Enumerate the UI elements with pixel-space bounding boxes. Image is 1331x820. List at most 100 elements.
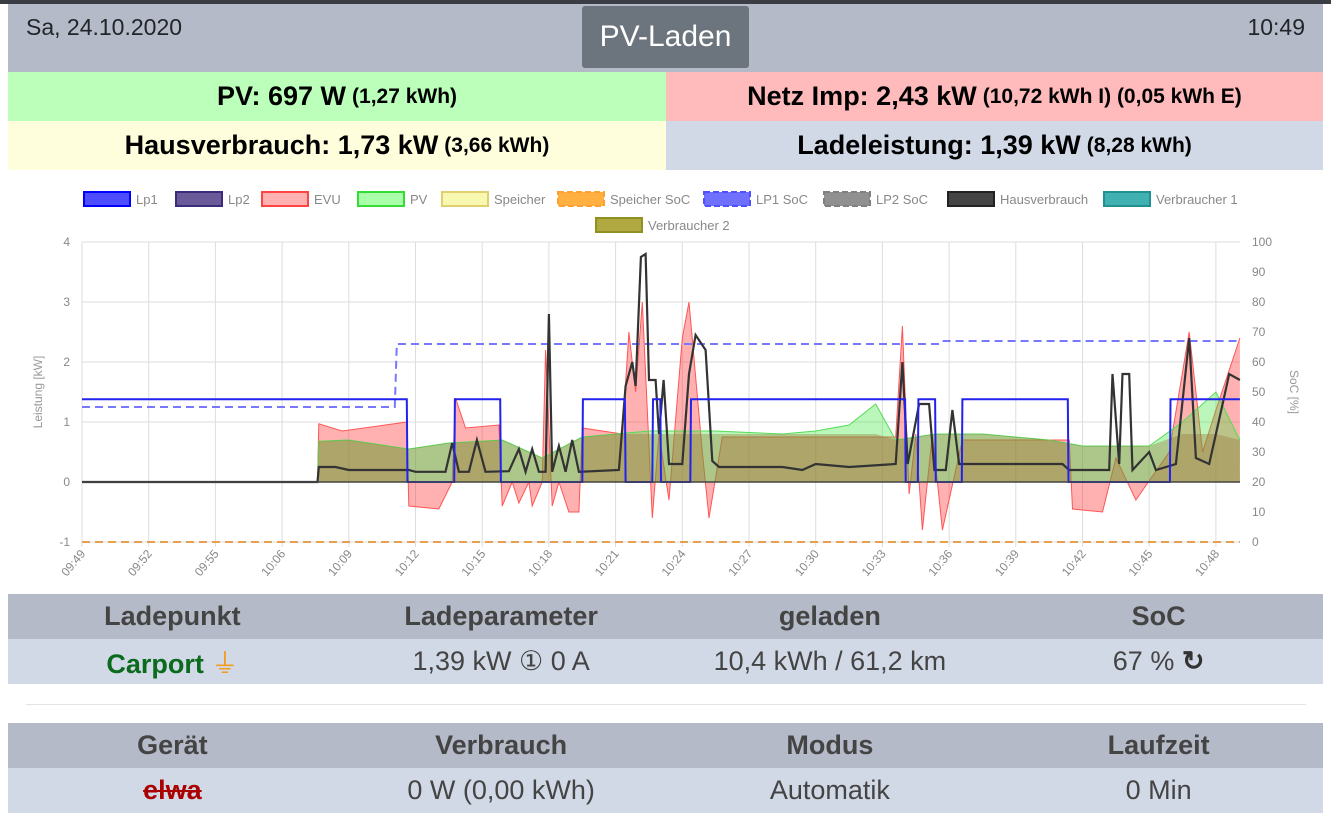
device-mode[interactable]: Automatik xyxy=(666,775,995,806)
x-tick-label: 10:36 xyxy=(925,547,955,579)
legend-label: Speicher xyxy=(494,192,546,207)
soc-cell: 67 % ↻ xyxy=(994,646,1323,677)
house-summary: Hausverbrauch: 1,73 kW (3,66 kWh) xyxy=(8,121,666,170)
legend-swatch xyxy=(823,191,871,207)
y-tick-label: 1 xyxy=(63,415,70,429)
date-display: Sa, 24.10.2020 xyxy=(26,14,183,40)
col-header: Verbrauch xyxy=(435,730,568,760)
chargepoint-name-cell[interactable]: Carport ⏚ xyxy=(8,642,337,681)
legend-swatch xyxy=(441,191,489,207)
table-row: Carport ⏚ 1,39 kW ① 0 A 10,4 kWh / 61,2 … xyxy=(8,639,1323,684)
y2-tick-label: 50 xyxy=(1252,385,1266,399)
y-tick-label: 4 xyxy=(63,235,70,249)
y-axis-label: Leistung [kW] xyxy=(31,356,45,429)
x-tick-label: 09:52 xyxy=(125,547,155,579)
table-row: elwa 0 W (0,00 kWh) Automatik 0 Min xyxy=(8,768,1323,813)
col-header: Modus xyxy=(786,730,874,760)
legend-swatch xyxy=(83,191,131,207)
divider xyxy=(26,704,1306,705)
charge-power: Ladeleistung: 1,39 kW xyxy=(797,130,1081,160)
legend-swatch xyxy=(595,217,643,233)
y-tick-label: -1 xyxy=(59,535,70,549)
grid-energy: (10,72 kWh I) (0,05 kWh E) xyxy=(982,84,1242,108)
power-chart: Lp1 Lp2 EVU PV Speicher Speicher SoC LP1 SoC LP… xyxy=(31,191,1301,579)
col-header: Ladeparameter xyxy=(404,601,598,631)
legend-swatch xyxy=(703,191,751,207)
charged-amount: 10,4 kWh / 61,2 km xyxy=(713,646,947,676)
legend-label: LP1 SoC xyxy=(756,192,808,207)
charge-mode-button[interactable]: PV-Laden xyxy=(582,6,749,68)
legend-label: Lp1 xyxy=(136,192,158,207)
y-tick-label: 2 xyxy=(63,355,70,369)
legend-swatch xyxy=(557,191,605,207)
legend-swatch xyxy=(357,191,405,207)
y2-tick-label: 30 xyxy=(1252,445,1266,459)
y-tick-label: 3 xyxy=(63,295,70,309)
chargepoint-name[interactable]: Carport xyxy=(106,649,204,679)
legend-label: Hausverbrauch xyxy=(1000,192,1088,207)
legend-swatch xyxy=(175,191,223,207)
pv-energy: (1,27 kWh) xyxy=(352,84,458,108)
x-tick-label: 10:33 xyxy=(859,547,889,579)
charge-summary: Ladeleistung: 1,39 kW (8,28 kWh) xyxy=(666,121,1323,170)
y2-tick-label: 0 xyxy=(1252,535,1259,549)
legend-label: Verbraucher 2 xyxy=(648,218,730,233)
col-header: Gerät xyxy=(137,730,208,760)
col-header: Laufzeit xyxy=(1107,730,1210,760)
grid-power: Netz Imp: 2,43 kW xyxy=(747,81,977,111)
pv-power: PV: 697 W xyxy=(216,81,347,111)
chargepoint-table: Ladepunkt Ladeparameter geladen SoC Carp… xyxy=(8,594,1323,684)
legend-label: EVU xyxy=(314,192,341,207)
house-energy: (3,66 kWh) xyxy=(444,133,550,157)
x-tick-label: 10:21 xyxy=(592,547,622,579)
x-tick-label: 10:48 xyxy=(1192,547,1222,579)
time-display: 10:49 xyxy=(1247,14,1305,40)
legend-label: Lp2 xyxy=(228,192,250,207)
x-tick-label: 10:39 xyxy=(992,547,1022,579)
x-tick-label: 10:18 xyxy=(525,547,555,579)
y2-tick-label: 100 xyxy=(1252,235,1272,249)
charge-energy: (8,28 kWh) xyxy=(1086,133,1192,157)
legend-label: LP2 SoC xyxy=(876,192,928,207)
y-tick-label: 0 xyxy=(63,475,70,489)
x-tick-label: 10:24 xyxy=(659,547,689,579)
legend-swatch xyxy=(947,191,995,207)
x-tick-label: 09:55 xyxy=(192,547,222,579)
x-tick-label: 10:45 xyxy=(1125,547,1155,579)
lp1-soc-line xyxy=(82,340,1240,408)
pv-summary: PV: 697 W (1,27 kWh) xyxy=(8,72,666,121)
y2-tick-label: 90 xyxy=(1252,265,1266,279)
legend-label: PV xyxy=(410,192,428,207)
table-header: Ladepunkt Ladeparameter geladen SoC xyxy=(8,594,1323,639)
x-tick-label: 10:30 xyxy=(792,547,822,579)
soc-value: 67 % xyxy=(1112,646,1175,676)
y2-tick-label: 20 xyxy=(1252,475,1266,489)
x-tick-label: 10:09 xyxy=(325,547,355,579)
x-tick-label: 10:15 xyxy=(458,547,488,579)
house-power: Hausverbrauch: 1,73 kW xyxy=(124,130,439,160)
col-header: Ladepunkt xyxy=(104,601,241,631)
x-tick-label: 09:49 xyxy=(58,547,88,579)
device-runtime: 0 Min xyxy=(1125,775,1192,805)
charge-params[interactable]: 1,39 kW ① 0 A xyxy=(337,646,666,677)
device-usage: 0 W (0,00 kWh) xyxy=(407,775,595,805)
y2-tick-label: 70 xyxy=(1252,325,1266,339)
legend-label: Verbraucher 1 xyxy=(1156,192,1238,207)
device-name[interactable]: elwa xyxy=(143,775,202,805)
legend-label: Speicher SoC xyxy=(610,192,690,207)
grid-summary: Netz Imp: 2,43 kW (10,72 kWh I) (0,05 kWh… xyxy=(666,72,1323,121)
x-tick-label: 10:42 xyxy=(1059,547,1089,579)
y2-tick-label: 80 xyxy=(1252,295,1266,309)
refresh-icon[interactable]: ↻ xyxy=(1182,646,1205,676)
col-header: geladen xyxy=(778,601,881,631)
y2-tick-label: 60 xyxy=(1252,355,1266,369)
plug-icon: ⏚ xyxy=(211,649,239,679)
y2-tick-label: 40 xyxy=(1252,415,1266,429)
header-bar: Sa, 24.10.2020 PV-Laden 10:49 xyxy=(8,4,1323,72)
x-tick-label: 10:06 xyxy=(258,547,288,579)
col-header: SoC xyxy=(1131,601,1186,631)
legend-swatch xyxy=(1103,191,1151,207)
devices-table: Gerät Verbrauch Modus Laufzeit elwa 0 W … xyxy=(8,723,1323,813)
table-header: Gerät Verbrauch Modus Laufzeit xyxy=(8,723,1323,768)
x-tick-label: 10:12 xyxy=(392,547,422,579)
